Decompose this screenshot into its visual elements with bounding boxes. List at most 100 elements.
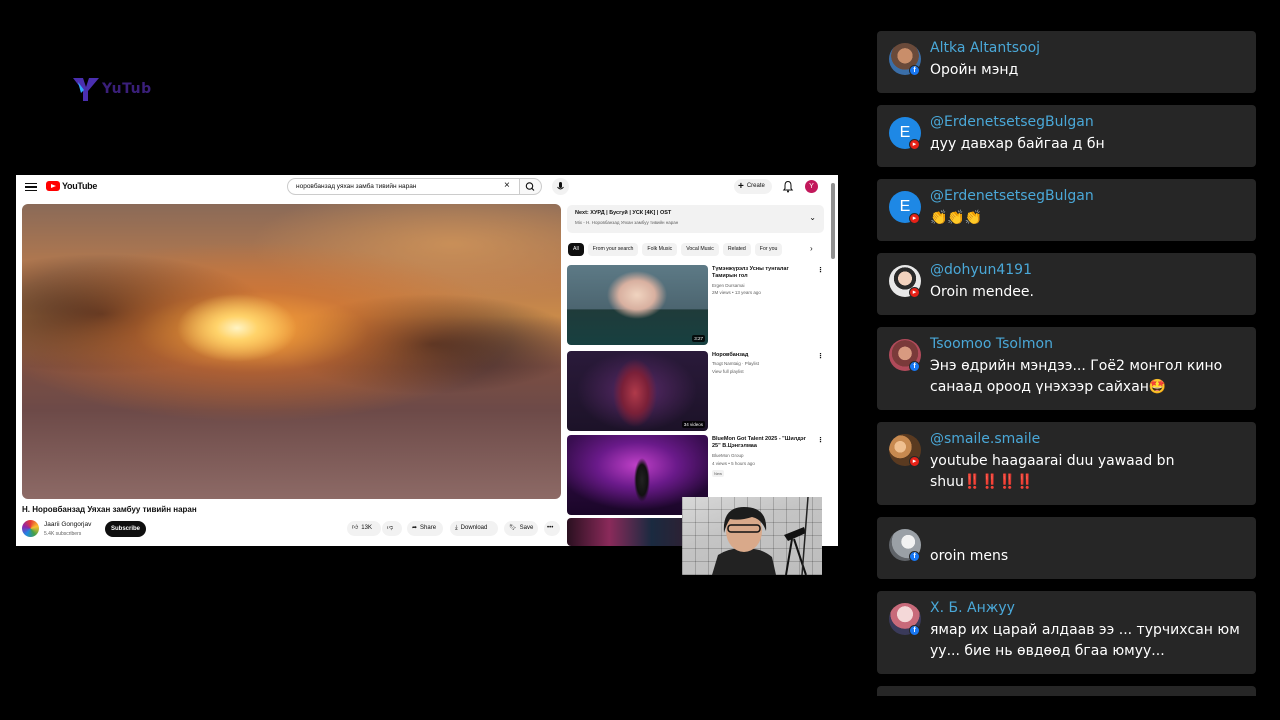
share-label: Share bbox=[420, 525, 437, 531]
microphone-icon bbox=[557, 182, 564, 190]
create-label: Create bbox=[746, 183, 765, 189]
recommendation-title[interactable]: Түмэнжүрэлз Усны тунгалаг Тамирын гол bbox=[712, 266, 812, 280]
voice-search-button[interactable] bbox=[552, 178, 569, 195]
webcam-feed bbox=[682, 497, 822, 575]
recommendation-title[interactable]: Норовбанзад bbox=[712, 352, 812, 359]
channel-name[interactable]: Jaarii Gongorjav bbox=[44, 521, 91, 528]
download-button[interactable]: ⤓ Download bbox=[450, 521, 498, 536]
chat-message-partial bbox=[877, 686, 1256, 696]
chip-vocal-music[interactable]: Vocal Music bbox=[681, 243, 719, 256]
chat-text: youtube haagaarai duu yawaad bn shuu‼️‼️… bbox=[930, 453, 1175, 490]
screen-capture: YouTube норовбанзад уяхан замба тивийн н… bbox=[16, 175, 838, 546]
new-badge: New bbox=[712, 470, 725, 477]
search-icon bbox=[525, 182, 535, 191]
youtube-icon: ▸ bbox=[909, 213, 920, 224]
chat-text: Оройн мэнд bbox=[930, 62, 1019, 78]
video-title: Н. Норовбанзад Уяхан замбуу тивийн наран bbox=[22, 505, 197, 514]
recommendation-thumbnail[interactable]: 34 videos bbox=[567, 351, 708, 431]
youtube-header: YouTube норовбанзад уяхан замба тивийн н… bbox=[16, 175, 838, 199]
recommendation-meta[interactable]: View full playlist bbox=[712, 369, 812, 375]
more-actions-button[interactable]: ••• bbox=[544, 521, 560, 536]
facebook-icon: f bbox=[909, 551, 920, 562]
chat-text: дуу давхар байгаа д бн bbox=[930, 136, 1105, 152]
chat-message: f Altka Altantsooj Оройн мэнд bbox=[877, 31, 1256, 93]
recommendation-title[interactable]: BlueMon Got Talent 2025 - "Шилдэг 25" В.… bbox=[712, 436, 812, 450]
chat-author: @smaile.smaile bbox=[930, 431, 1041, 447]
facebook-icon: f bbox=[909, 625, 920, 636]
more-vertical-icon[interactable]: ⋮ bbox=[817, 352, 824, 360]
chat-text: ямар их царай алдаав ээ ... турчихсан юм… bbox=[930, 622, 1240, 659]
playlist-count-badge: 34 videos bbox=[681, 421, 705, 428]
filter-chips: All From your search Folk Music Vocal Mu… bbox=[568, 243, 783, 256]
chat-message: ▸ @smaile.smaile youtube haagaarai duu y… bbox=[877, 422, 1256, 505]
recommendation-thumbnail[interactable]: 3:27 bbox=[567, 265, 708, 345]
save-button[interactable]: 🔖︎ Save bbox=[504, 521, 538, 536]
chat-message: E ▸ @ErdenetsetsegBulgan дуу давхар байг… bbox=[877, 105, 1256, 167]
youtube-logo-text: YouTube bbox=[62, 181, 98, 191]
more-vertical-icon[interactable]: ⋮ bbox=[817, 436, 824, 444]
chevron-right-icon[interactable]: › bbox=[810, 244, 813, 253]
chat-message: f Tsoomoo Tsolmon Энэ өдрийн мэндээ... Г… bbox=[877, 327, 1256, 410]
like-count: 13K bbox=[361, 525, 372, 531]
create-button[interactable]: + Create bbox=[734, 179, 772, 194]
search-button[interactable] bbox=[520, 178, 542, 195]
youtube-icon: ▸ bbox=[909, 139, 920, 150]
channel-avatar[interactable] bbox=[22, 520, 39, 537]
chat-author: Х. Б. Анжуу bbox=[930, 600, 1015, 616]
chat-message: ▸ @dohyun4191 Oroin mendee. bbox=[877, 253, 1256, 315]
subscribe-button[interactable]: Subscribe bbox=[105, 521, 146, 537]
search-input[interactable]: норовбанзад уяхан замба тивийн наран bbox=[287, 178, 520, 195]
bookmark-icon: 🔖︎ bbox=[509, 525, 517, 531]
share-icon: ➦ bbox=[412, 525, 418, 531]
youtube-icon: ▸ bbox=[909, 456, 920, 467]
chat-author: @dohyun4191 bbox=[930, 262, 1032, 278]
clear-search-icon[interactable]: × bbox=[504, 179, 510, 193]
stream-logo-icon bbox=[73, 78, 99, 101]
chat-text: Энэ өдрийн мэндээ... Гоё2 монгол кино са… bbox=[930, 358, 1223, 395]
more-vertical-icon[interactable]: ⋮ bbox=[817, 266, 824, 274]
thumbs-up-icon: 👍︎ bbox=[352, 525, 359, 531]
chat-message: E ▸ @ErdenetsetsegBulgan 👏👏👏 bbox=[877, 179, 1256, 241]
chat-message: f oroin mens bbox=[877, 517, 1256, 579]
chat-text: 👏👏👏 bbox=[930, 210, 983, 226]
chip-for-you[interactable]: For you bbox=[754, 243, 783, 256]
chat-text: oroin mens bbox=[930, 548, 1009, 564]
recommendation-item[interactable]: 3:27 Түмэнжүрэлз Усны тунгалаг Тамирын г… bbox=[567, 265, 824, 345]
recommendation-channel: Tsogt Namtaig · Playlist bbox=[712, 361, 760, 366]
notifications-bell-icon[interactable] bbox=[782, 180, 794, 193]
next-subtitle: Mix - Н. Норовбанзад Уяхан замбуу тивийн… bbox=[575, 220, 679, 225]
facebook-icon: f bbox=[909, 361, 920, 372]
dislike-button[interactable]: 👎︎ bbox=[382, 521, 402, 536]
account-avatar[interactable]: Y bbox=[805, 180, 818, 193]
stream-logo: YuTub bbox=[72, 76, 152, 102]
chat-author: @ErdenetsetsegBulgan bbox=[930, 114, 1094, 130]
facebook-icon: f bbox=[909, 65, 920, 76]
like-button[interactable]: 👍︎ 13K bbox=[347, 521, 381, 536]
chip-folk-music[interactable]: Folk Music bbox=[642, 243, 678, 256]
duration-badge: 3:27 bbox=[692, 335, 705, 342]
plus-icon: + bbox=[738, 181, 744, 192]
chat-message: f Х. Б. Анжуу ямар их царай алдаав ээ ..… bbox=[877, 591, 1256, 674]
chat-author: Altka Altantsooj bbox=[930, 40, 1041, 56]
chevron-down-icon[interactable]: ⌄ bbox=[809, 213, 816, 222]
video-player[interactable] bbox=[22, 204, 561, 499]
download-label: Download bbox=[460, 525, 488, 531]
recommendation-channel: BlueMon Group bbox=[712, 453, 744, 458]
chip-from-your-search[interactable]: From your search bbox=[587, 243, 639, 256]
recommendation-item[interactable]: 34 videos Норовбанзад Tsogt Namtaig · Pl… bbox=[567, 351, 824, 431]
chip-all[interactable]: All bbox=[568, 243, 584, 256]
share-button[interactable]: ➦ Share bbox=[407, 521, 443, 536]
save-label: Save bbox=[519, 525, 534, 531]
next-title: Next: ХУРД | Бусгуй | УСК [4K] | OST bbox=[575, 210, 672, 216]
chat-author: Tsoomoo Tsolmon bbox=[930, 336, 1053, 352]
chip-related[interactable]: Related bbox=[722, 243, 751, 256]
download-icon: ⤓ bbox=[455, 525, 458, 531]
recommendation-channel: Ergen Dursamai bbox=[712, 283, 745, 288]
youtube-logo[interactable]: YouTube bbox=[46, 181, 97, 191]
menu-icon[interactable] bbox=[25, 181, 37, 193]
stream-logo-text: YuTub bbox=[102, 81, 152, 97]
scrollbar[interactable] bbox=[831, 183, 835, 259]
youtube-icon: ▸ bbox=[909, 287, 920, 298]
thumbs-down-icon: 👎︎ bbox=[387, 525, 394, 531]
autoplay-next-panel[interactable]: Next: ХУРД | Бусгуй | УСК [4K] | OST Mix… bbox=[567, 205, 824, 233]
